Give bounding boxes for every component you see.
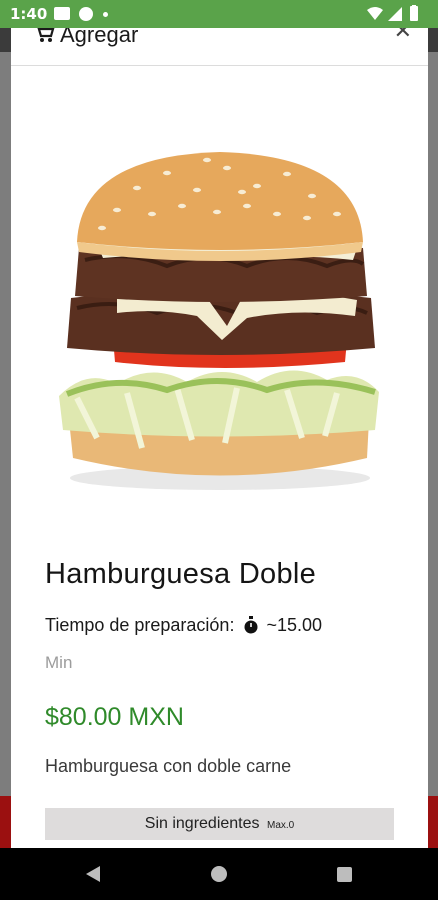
wifi-icon [367,7,383,20]
back-icon[interactable] [85,865,101,883]
home-icon[interactable] [211,866,227,882]
prep-time-line: Tiempo de preparación: ~15.00 [45,615,322,636]
prep-time-value: ~15.00 [266,615,323,635]
ingredients-max: Max.0 [266,820,295,831]
ingredients-section[interactable]: Sin ingredientes Max.0 [45,808,394,840]
close-icon[interactable]: ✕ [394,28,412,44]
product-modal: Agregar ✕ Hamburguesa Doble Tiempo de pr… [11,28,428,848]
timer-icon [244,616,258,634]
prep-time-label: Tiempo de preparación: [45,615,235,635]
prep-time-unit: Min [45,653,73,672]
product-price: $80.00 MXN [45,703,184,731]
status-right-icons [367,5,418,21]
ingredients-label: Sin ingredientes [144,815,260,832]
backdrop-red-right [427,796,438,848]
status-time: 1:40 [10,5,48,23]
navigation-bar [0,848,438,900]
modal-title: Agregar [60,28,139,47]
youtube-icon [54,7,70,20]
signal-icon [388,7,402,21]
notification-dot-icon [103,12,108,17]
pocket-casts-icon [79,7,93,21]
status-bar: 1:40 [0,0,438,28]
recents-icon[interactable] [337,867,352,882]
battery-icon [410,6,418,21]
modal-header: Agregar ✕ [11,28,428,66]
product-description: Hamburguesa con doble carne [45,756,292,776]
burger-image [59,152,379,490]
cart-icon [37,28,55,42]
product-name: Hamburguesa Doble [45,558,317,590]
